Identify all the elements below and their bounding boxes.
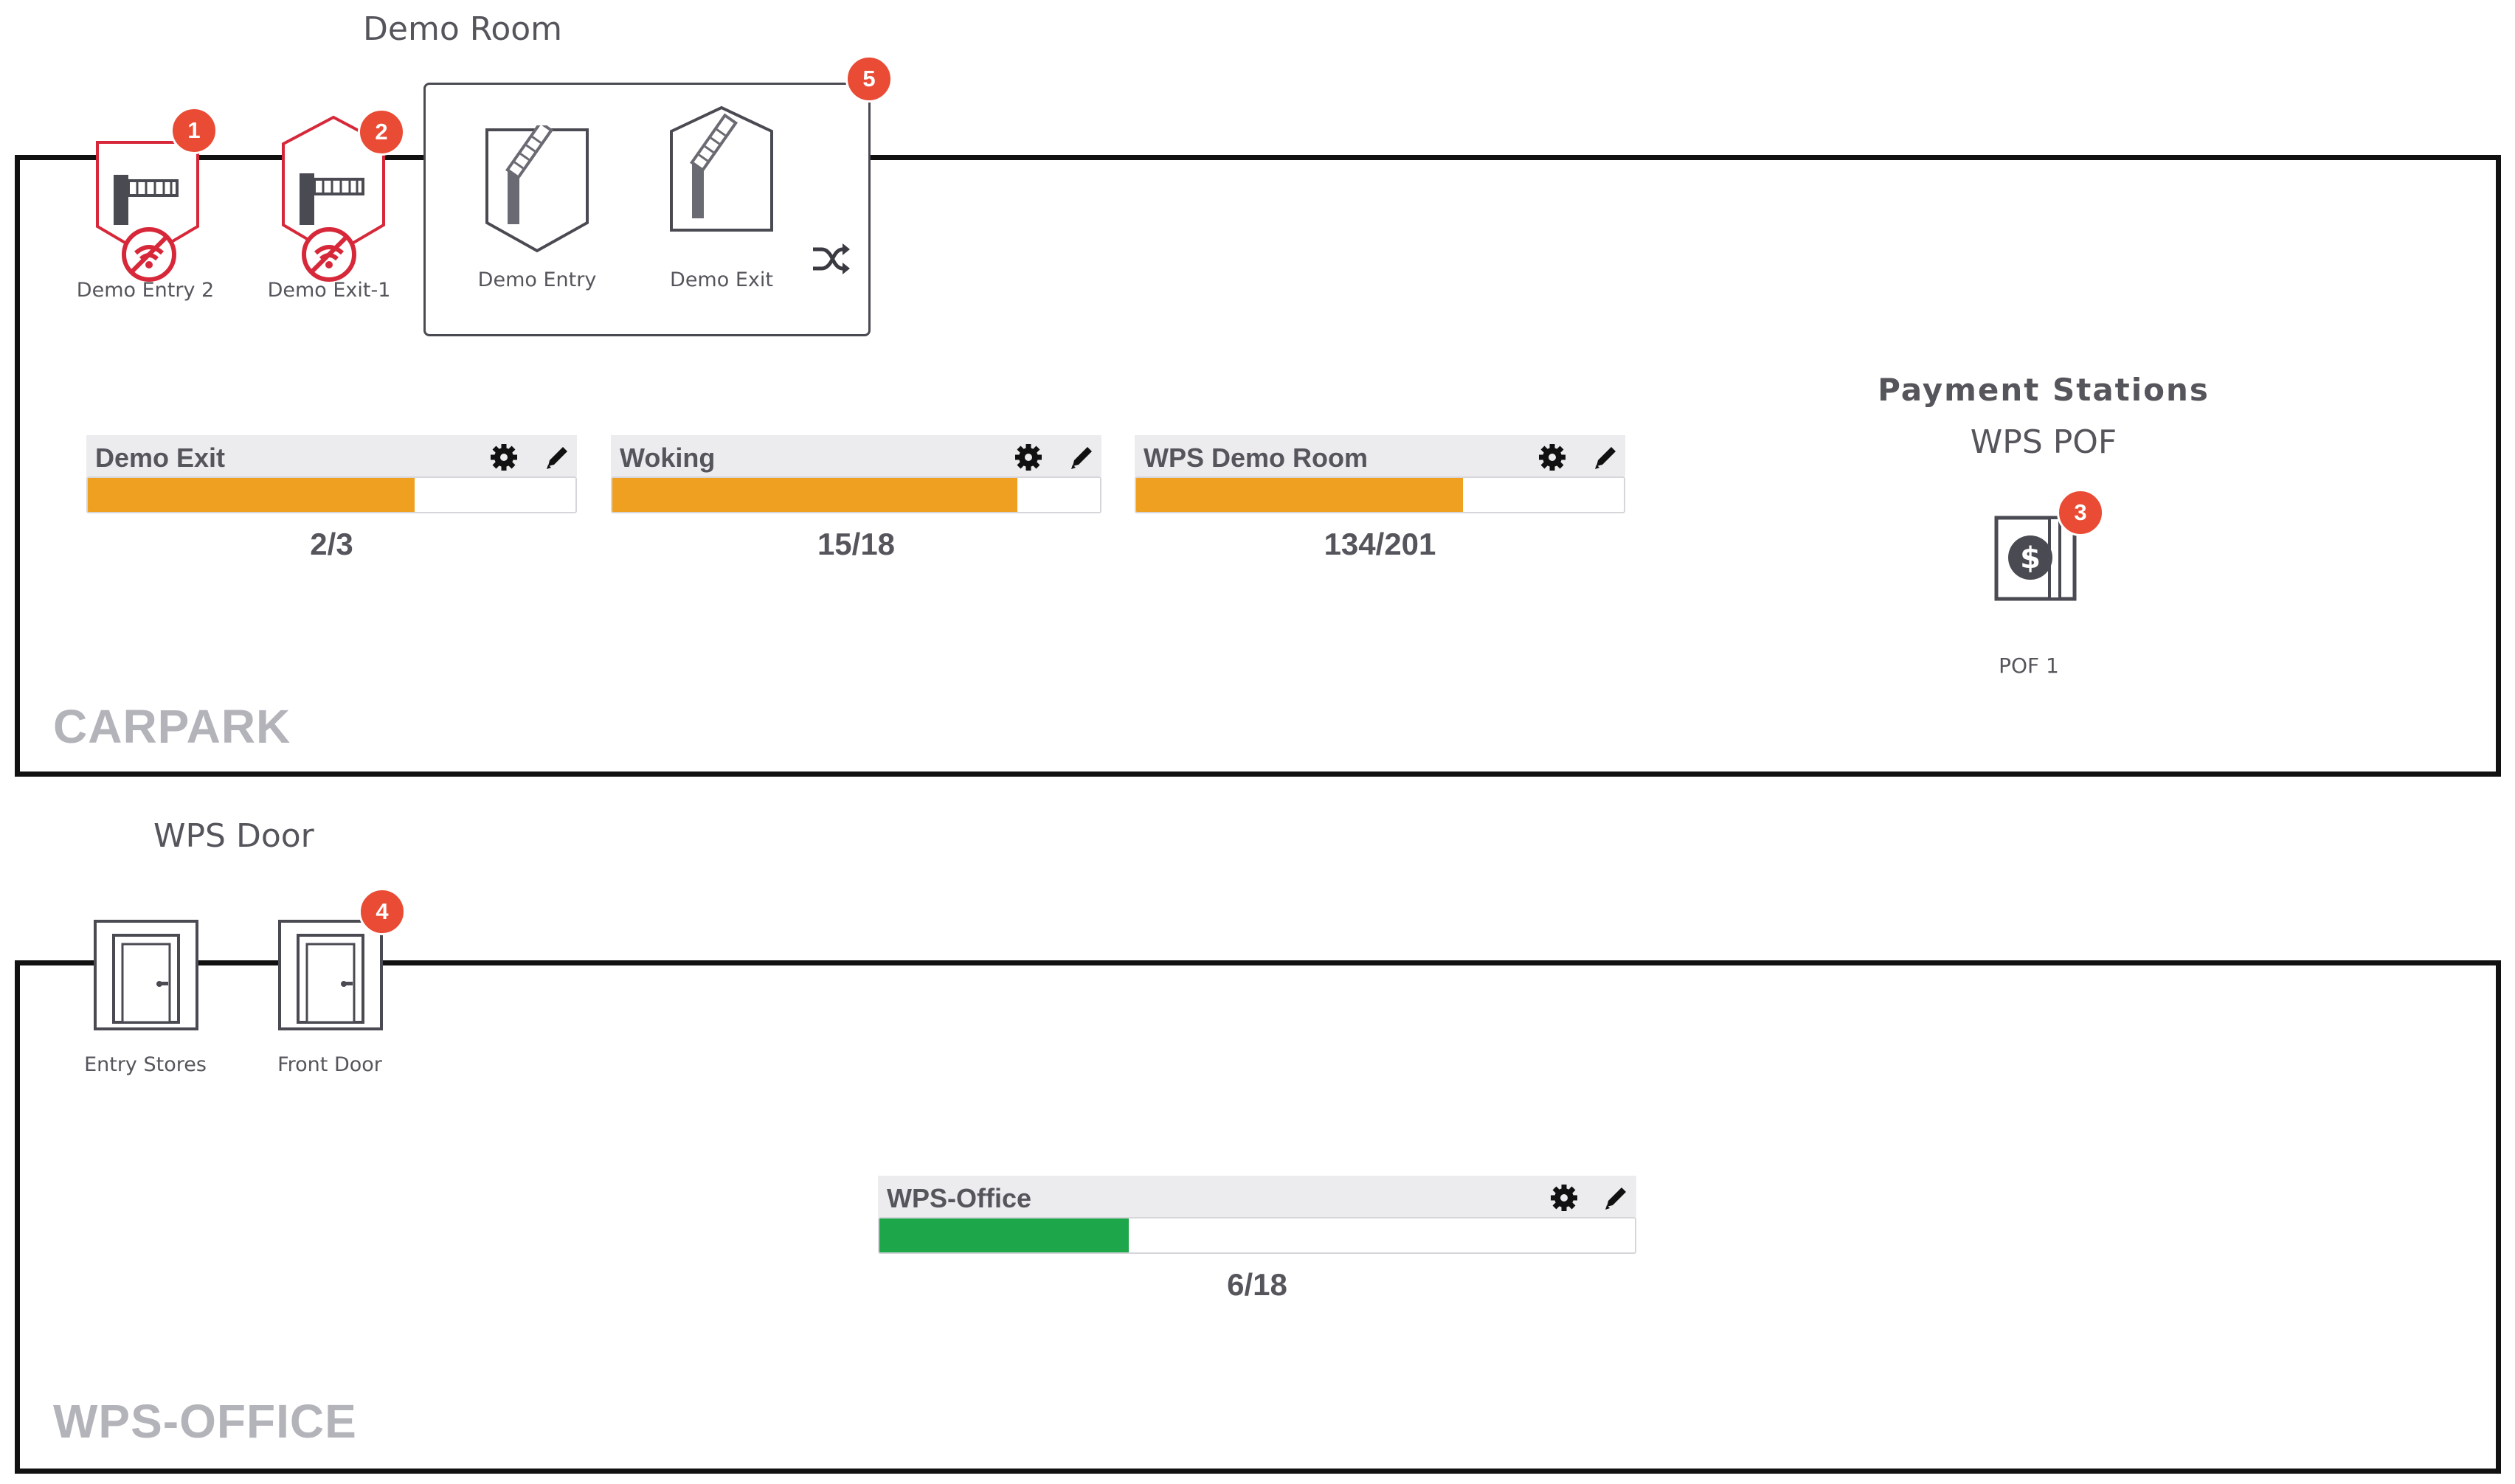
card-title: WPS Demo Room — [1144, 443, 1369, 473]
group-title-demo-room: Demo Room — [363, 10, 563, 48]
occupancy-bar-fill — [612, 478, 1017, 512]
occupancy-card-demo-exit: Demo Exit 2/3 — [86, 435, 577, 568]
occupancy-bar — [878, 1217, 1636, 1254]
alert-badge[interactable]: 3 — [2057, 489, 2104, 536]
zone-label-wps-office: WPS-OFFICE — [53, 1395, 357, 1448]
payment-stations-heading: Payment Stations — [1878, 372, 2210, 408]
device-label: POF 1 — [1999, 653, 2059, 678]
occupancy-count: 134/201 — [1324, 527, 1436, 561]
gear-icon[interactable] — [1537, 443, 1567, 472]
occupancy-card-wps-demo-room: WPS Demo Room 134/201 — [1135, 435, 1625, 568]
door-icon[interactable] — [93, 919, 199, 1031]
svg-text:$: $ — [2020, 541, 2041, 575]
barrier-arm-icon[interactable] — [667, 105, 776, 237]
gear-icon[interactable] — [489, 443, 519, 472]
occupancy-bar — [611, 476, 1101, 513]
alert-badge[interactable]: 1 — [170, 107, 218, 154]
device-label: Front Door — [277, 1053, 382, 1076]
device-label: Demo Entry 2 — [76, 279, 215, 302]
pencil-icon[interactable] — [1067, 443, 1096, 472]
barrier-arm-icon[interactable] — [482, 125, 592, 258]
group-title-wps-door: WPS Door — [153, 817, 314, 855]
occupancy-card-woking: Woking 15/18 — [611, 435, 1101, 568]
alert-badge[interactable]: 4 — [359, 888, 406, 935]
gear-icon[interactable] — [1014, 443, 1043, 472]
shuffle-icon[interactable] — [810, 240, 851, 277]
gear-icon[interactable] — [1549, 1183, 1579, 1213]
pencil-icon[interactable] — [542, 443, 572, 472]
occupancy-bar-fill — [879, 1218, 1129, 1252]
occupancy-card-wps-office: WPS-Office 6/18 — [878, 1176, 1636, 1308]
occupancy-bar — [86, 476, 577, 513]
alert-badge[interactable]: 5 — [845, 55, 893, 103]
offline-icon — [302, 227, 356, 282]
zone-label-carpark: CARPARK — [53, 700, 291, 753]
card-title: Woking — [620, 443, 716, 473]
device-label: Demo Exit-1 — [267, 279, 391, 302]
card-title: WPS-Office — [887, 1183, 1032, 1213]
occupancy-bar-fill — [88, 478, 415, 512]
occupancy-count: 6/18 — [1227, 1267, 1287, 1302]
pencil-icon[interactable] — [1601, 1183, 1630, 1213]
door-icon[interactable] — [277, 919, 384, 1031]
device-label: Entry Stores — [84, 1053, 207, 1076]
device-label: Demo Entry — [477, 268, 597, 291]
card-title: Demo Exit — [95, 443, 226, 473]
payment-group-title: WPS POF — [1970, 423, 2117, 461]
offline-icon — [122, 227, 176, 282]
occupancy-bar — [1135, 476, 1625, 513]
alert-badge[interactable]: 2 — [358, 108, 405, 156]
device-label: Demo Exit — [670, 268, 773, 291]
pencil-icon[interactable] — [1591, 443, 1620, 472]
occupancy-count: 2/3 — [310, 527, 353, 561]
occupancy-bar-fill — [1136, 478, 1463, 512]
occupancy-count: 15/18 — [817, 527, 896, 561]
